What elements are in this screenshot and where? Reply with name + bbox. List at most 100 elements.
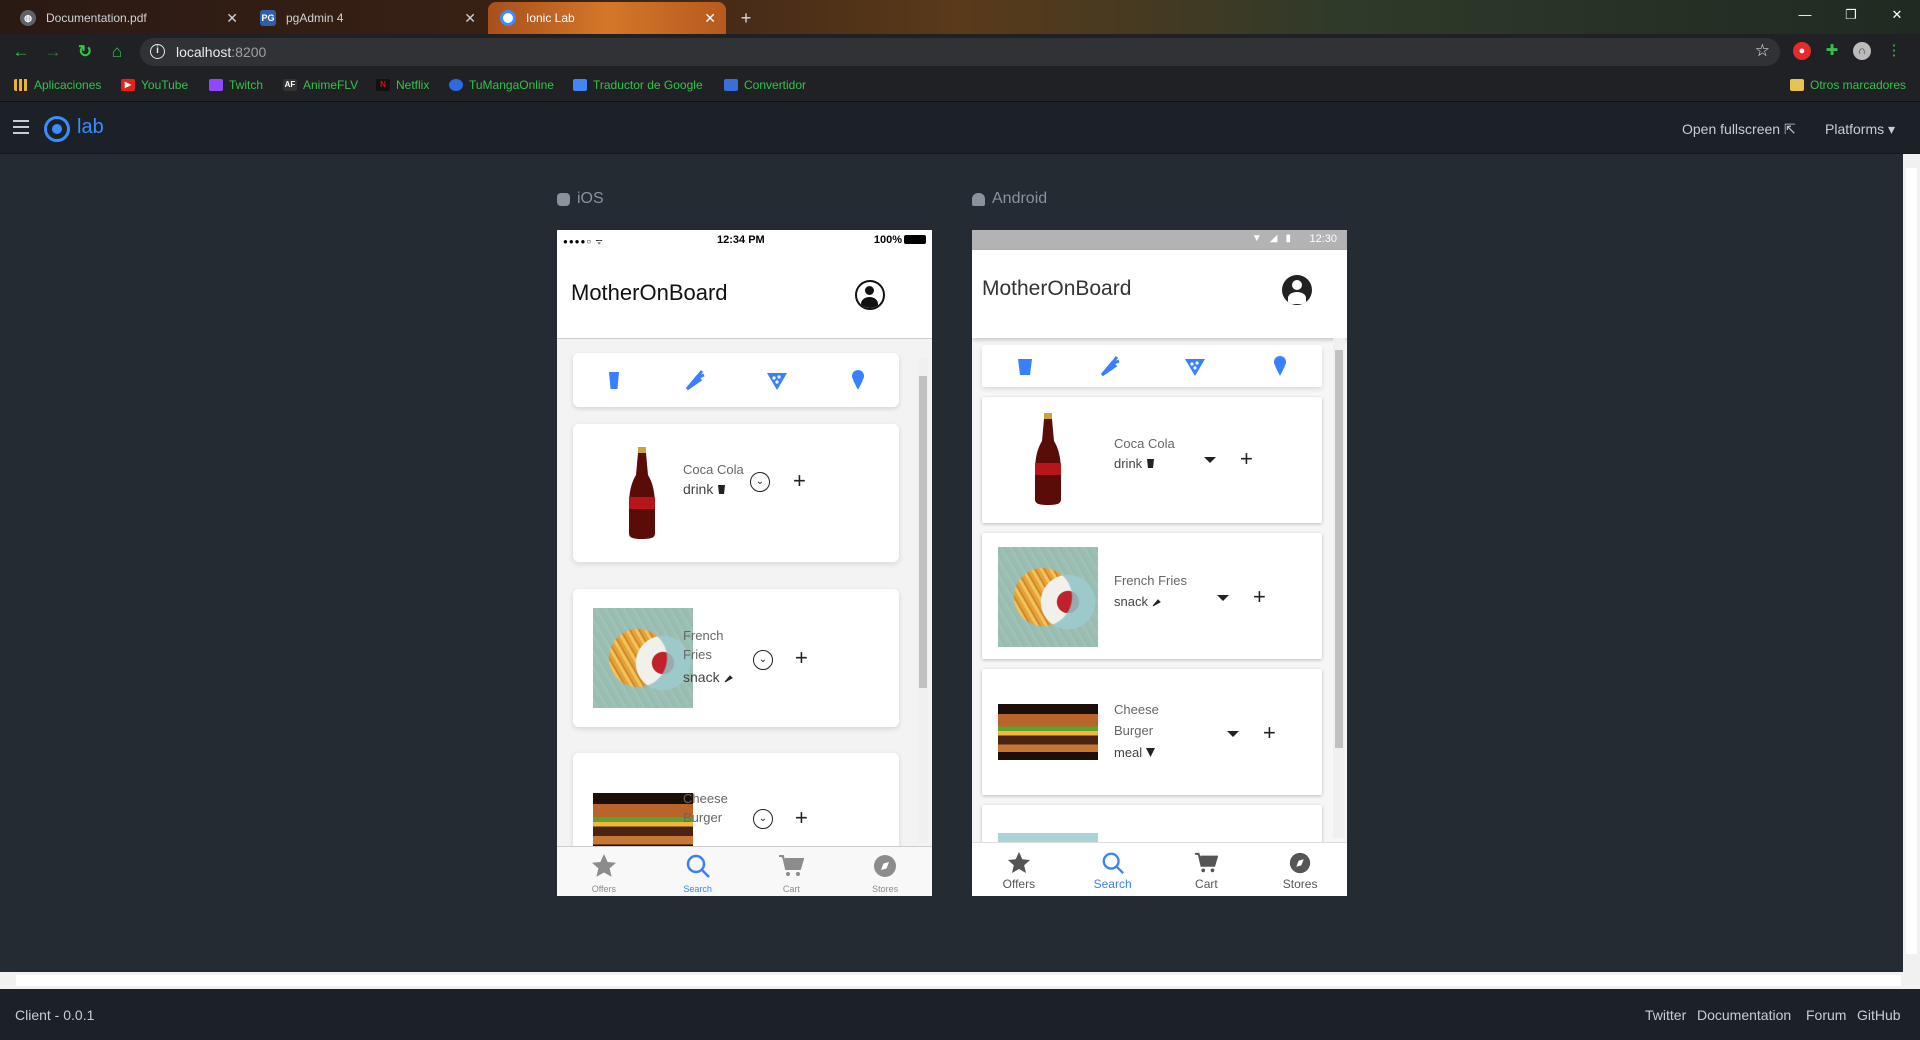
new-tab-button[interactable]: +	[735, 8, 757, 30]
browser-tab-documentation[interactable]: ◍ Documentation.pdf ✕	[8, 2, 248, 34]
tab-offers[interactable]: Offers	[557, 847, 651, 896]
caret-down-icon[interactable]	[1217, 595, 1229, 601]
page-horizontal-scrollbar[interactable]	[0, 972, 1920, 989]
ionic-logo-icon	[44, 116, 70, 142]
expand-button[interactable]: ⌄	[753, 809, 773, 829]
battery-icon	[904, 235, 926, 244]
expand-button[interactable]: ⌄	[750, 472, 770, 492]
forward-button[interactable]: →	[42, 41, 64, 63]
extension-red-icon[interactable]: ●	[1793, 42, 1811, 60]
ionic-icon	[500, 10, 516, 26]
browser-tab-pgadmin[interactable]: PG pgAdmin 4 ✕	[248, 2, 486, 34]
scrollbar[interactable]	[918, 358, 928, 843]
back-button[interactable]: ←	[10, 41, 32, 63]
open-fullscreen-link[interactable]: Open fullscreen ⇱	[1682, 121, 1796, 138]
forum-link[interactable]: Forum	[1806, 1007, 1846, 1023]
bookmark-animeflv[interactable]: AF AnimeFLV	[283, 78, 358, 92]
ios-status-bar: ●●●●○ ᯤ 12:34 PM 100%	[557, 230, 932, 250]
github-link[interactable]: GitHub	[1857, 1007, 1901, 1023]
add-button[interactable]: +	[793, 470, 806, 492]
bookmark-convertidor[interactable]: Convertidor	[724, 78, 806, 92]
restore-button[interactable]: ❐	[1828, 0, 1874, 30]
address-bar[interactable]: i localhost:8200 ☆	[140, 38, 1780, 66]
bookmark-apps[interactable]: Aplicaciones	[14, 78, 101, 92]
menu-dots-icon[interactable]: ⋮	[1885, 42, 1903, 60]
platforms-dropdown[interactable]: Platforms ▾	[1825, 121, 1895, 138]
product-card[interactable]: French Fries snack +	[982, 533, 1322, 659]
tab-stores[interactable]: Stores	[838, 847, 932, 896]
carrot-icon[interactable]	[1099, 354, 1121, 378]
bookmark-traductor[interactable]: Traductor de Google	[573, 78, 703, 92]
pizza-icon[interactable]	[766, 368, 788, 392]
android-platform-label: Android	[972, 190, 1047, 208]
close-window-button[interactable]: ✕	[1874, 0, 1920, 30]
tab-search[interactable]: Search	[651, 847, 745, 896]
drink-icon	[718, 484, 726, 494]
add-button[interactable]: +	[1263, 722, 1276, 744]
bookmark-star-icon[interactable]: ☆	[1755, 41, 1770, 61]
puzzle-icon[interactable]: ✚	[1823, 42, 1841, 60]
minimize-button[interactable]: —	[1782, 0, 1828, 30]
cheese-burger-image	[998, 704, 1098, 760]
tumanga-icon	[449, 79, 463, 91]
home-button[interactable]: ⌂	[106, 41, 128, 63]
bookmark-tumangaonline[interactable]: TuMangaOnline	[449, 78, 554, 92]
site-info-icon[interactable]: i	[150, 44, 165, 59]
scrollbar[interactable]	[1333, 338, 1345, 838]
product-card[interactable]: Coca Cola drink +	[982, 397, 1322, 523]
product-card[interactable]	[982, 805, 1322, 845]
bookmark-netflix[interactable]: N Netflix	[376, 78, 429, 92]
tab-title: Ionic Lab	[526, 11, 575, 25]
add-button[interactable]: +	[795, 807, 808, 829]
close-icon[interactable]: ✕	[226, 10, 238, 27]
product-name: French Fries	[1114, 573, 1187, 588]
pizza-icon	[1146, 748, 1156, 757]
twitch-icon	[209, 79, 223, 91]
caret-down-icon[interactable]	[1204, 457, 1216, 463]
drink-icon[interactable]	[603, 368, 625, 392]
carrot-icon	[1152, 599, 1161, 607]
tab-offers[interactable]: Offers	[972, 843, 1066, 896]
folder-icon	[1790, 79, 1804, 91]
expand-button[interactable]: ⌄	[753, 650, 773, 670]
page-vertical-scrollbar[interactable]	[1903, 154, 1920, 972]
page-title: MotherOnBoard	[571, 280, 728, 305]
documentation-link[interactable]: Documentation	[1697, 1007, 1791, 1023]
drink-icon[interactable]	[1014, 354, 1036, 378]
ice-cream-icon[interactable]	[847, 368, 869, 392]
twitter-link[interactable]: Twitter	[1645, 1007, 1686, 1023]
headset-icon[interactable]: ∩	[1853, 42, 1871, 60]
tab-title: Documentation.pdf	[46, 11, 147, 25]
add-button[interactable]: +	[1240, 448, 1253, 470]
pizza-icon[interactable]	[1184, 354, 1206, 378]
browser-tab-ionic-lab[interactable]: Ionic Lab ✕	[488, 2, 726, 34]
bookmark-other[interactable]: Otros marcadores	[1790, 78, 1906, 92]
coca-cola-image	[1035, 413, 1061, 505]
add-button[interactable]: +	[795, 647, 808, 669]
bookmark-youtube[interactable]: ▶ YouTube	[121, 78, 188, 92]
tab-title: pgAdmin 4	[286, 11, 344, 25]
close-icon[interactable]: ✕	[704, 10, 716, 27]
tab-stores[interactable]: Stores	[1253, 843, 1347, 896]
ice-cream-icon[interactable]	[1269, 354, 1291, 378]
bookmark-twitch[interactable]: Twitch	[209, 78, 263, 92]
tab-cart[interactable]: Cart	[1160, 843, 1254, 896]
french-fries-image	[593, 608, 693, 708]
account-icon[interactable]	[855, 280, 885, 310]
caret-down-icon[interactable]	[1227, 731, 1239, 737]
close-icon[interactable]: ✕	[464, 10, 476, 27]
hamburger-menu-icon[interactable]	[13, 120, 29, 134]
product-card[interactable]: Coca Cola drink ⌄ +	[573, 424, 899, 562]
tab-cart[interactable]: Cart	[745, 847, 839, 896]
carrot-icon[interactable]	[684, 368, 706, 392]
apps-grid-icon	[14, 79, 28, 91]
product-card[interactable]: French Fries snack ⌄ +	[573, 589, 899, 727]
product-card[interactable]: Cheese Burger meal +	[982, 669, 1322, 795]
tab-search[interactable]: Search	[1066, 843, 1160, 896]
account-icon[interactable]	[1282, 275, 1312, 305]
add-button[interactable]: +	[1253, 586, 1266, 608]
product-card[interactable]: Cheese Burger ⌄ +	[573, 753, 899, 846]
apple-icon	[557, 192, 570, 206]
reload-button[interactable]: ↻	[74, 41, 96, 63]
ios-content: Coca Cola drink ⌄ + French Fries snack ⌄…	[557, 339, 932, 846]
